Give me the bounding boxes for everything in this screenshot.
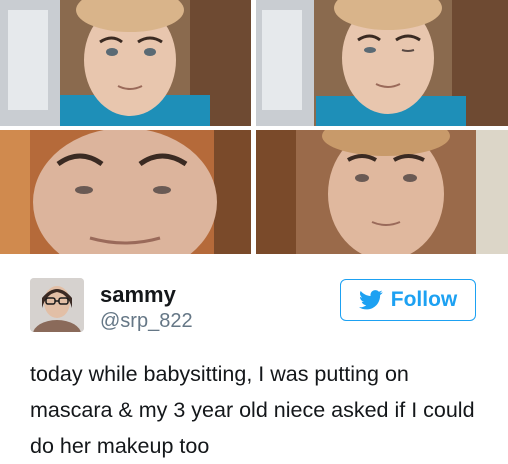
display-name[interactable]: sammy bbox=[100, 282, 176, 308]
twitter-bird-icon bbox=[358, 290, 383, 310]
tweet-text: today while babysitting, I was putting o… bbox=[30, 362, 475, 458]
photo-2[interactable] bbox=[256, 0, 508, 126]
follow-button[interactable]: Follow bbox=[340, 279, 476, 321]
photo-1[interactable] bbox=[0, 0, 251, 126]
photo-4[interactable] bbox=[256, 130, 508, 254]
avatar[interactable] bbox=[30, 278, 84, 332]
photo-grid bbox=[0, 0, 508, 254]
follow-label: Follow bbox=[390, 288, 458, 311]
user-handle[interactable]: @srp_822 bbox=[100, 309, 193, 333]
photo-3[interactable] bbox=[0, 130, 251, 254]
